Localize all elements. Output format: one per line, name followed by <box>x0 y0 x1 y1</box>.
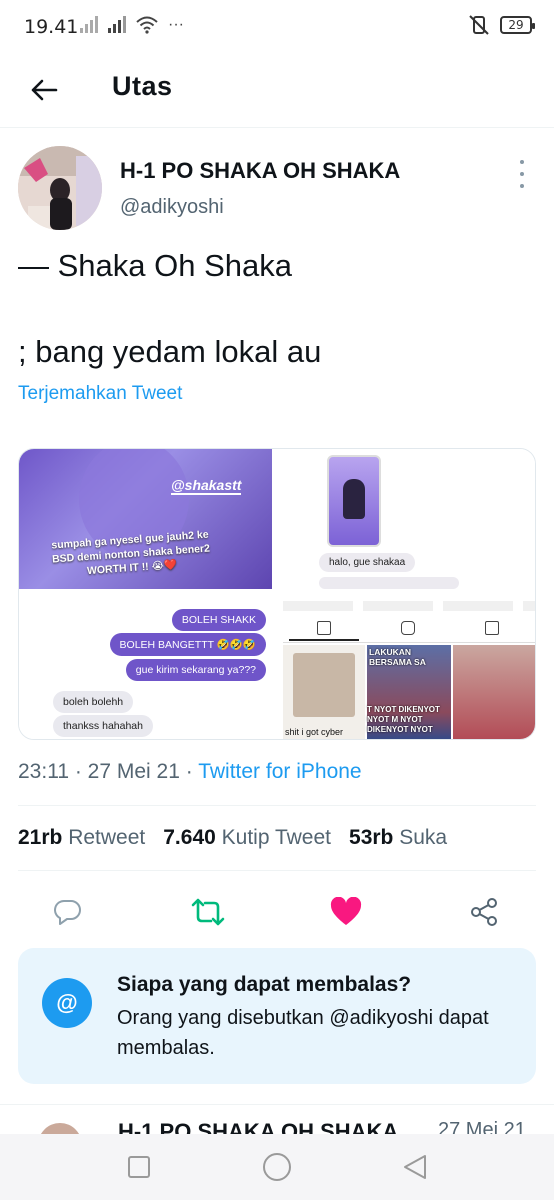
status-more: ··· <box>168 16 184 33</box>
reply-icon <box>54 899 81 925</box>
chat-bubble-4: boleh bolehh <box>53 691 134 713</box>
media-2-person <box>343 479 365 519</box>
share-icon <box>471 898 497 926</box>
tweet-text-line1: — Shaka Oh Shaka <box>18 248 292 283</box>
divider <box>18 805 536 806</box>
battery-icon: 29 <box>500 16 535 34</box>
retweet-count: 21rb <box>18 826 63 849</box>
more-dot-icon <box>520 160 524 164</box>
media-4-thumb-3 <box>453 645 535 739</box>
home-button[interactable] <box>262 1152 292 1182</box>
quote-label: Kutip Tweet <box>221 826 332 849</box>
media-image-4[interactable]: shit i got cyber LAKUKAN BERSAMA SA T NY… <box>283 601 535 739</box>
triangle-back-icon <box>404 1155 426 1179</box>
quote-count: 7.640 <box>163 826 216 849</box>
signal-icon-2 <box>108 16 126 33</box>
chat-bubble-2: BOLEH BANGETTT 🤣🤣🤣 <box>109 633 266 656</box>
heart-icon <box>330 897 362 925</box>
media-4-caption: shit i got cyber <box>285 727 344 737</box>
tweet-date[interactable]: 27 Mei 21 <box>88 760 180 783</box>
author-display-name[interactable]: H-1 PO SHAKA OH SHAKA <box>120 158 400 184</box>
meta-separator: · <box>185 760 199 783</box>
next-tweet-avatar <box>38 1123 82 1134</box>
meta-separator: · <box>74 760 88 783</box>
retweet-icon <box>191 898 225 926</box>
more-dot-icon <box>520 184 524 188</box>
recents-button[interactable] <box>124 1152 154 1182</box>
retweet-button[interactable] <box>186 890 230 934</box>
translate-tweet-link[interactable]: Terjemahkan Tweet <box>18 383 182 405</box>
grid-icon <box>317 621 331 635</box>
retweet-stat[interactable]: 21rb Retweet <box>18 826 145 850</box>
page-title: Utas <box>112 71 173 101</box>
avatar[interactable] <box>18 146 102 230</box>
media-image-1[interactable]: @shakastt sumpah ga nyesel gue jauh2 ke … <box>19 449 272 589</box>
back-button[interactable] <box>26 72 62 108</box>
square-icon <box>128 1156 150 1178</box>
chat-bubble-1: BOLEH SHAKK <box>171 609 266 631</box>
reply-restriction-card: @ Siapa yang dapat membalas? Orang yang … <box>18 948 536 1084</box>
chat-bubble-5: thankss hahahah <box>53 715 153 737</box>
wifi-icon <box>136 16 158 34</box>
like-label: Suka <box>399 826 448 849</box>
tag-person-icon <box>485 621 499 635</box>
like-button[interactable] <box>324 890 368 934</box>
system-navigation-bar <box>0 1134 554 1200</box>
media-1-caption: sumpah ga nyesel gue jauh2 ke BSD demi n… <box>51 528 211 578</box>
tweet-time[interactable]: 23:11 <box>18 760 69 783</box>
next-tweet-preview[interactable]: H-1 PO SHAKA OH SHAKA 27 Mei 21 <box>0 1104 554 1134</box>
status-icons-left: ··· <box>80 16 184 34</box>
media-4-strip <box>283 601 535 611</box>
top-header: Utas <box>0 56 554 128</box>
arrow-left-icon <box>31 79 58 101</box>
reply-restriction-title: Siapa yang dapat membalas? <box>117 973 412 996</box>
status-time: 19.41 <box>24 16 79 38</box>
media-2-chip-2 <box>319 577 459 589</box>
battery-level: 29 <box>508 18 524 32</box>
media-4-label-2: T NYOT DIKENYOT NYOT M NYOT DIKENYOT NYO… <box>367 705 440 734</box>
retweet-label: Retweet <box>68 826 146 849</box>
at-icon: @ <box>42 978 92 1028</box>
media-image-3[interactable]: BOLEH SHAKK BOLEH BANGETTT 🤣🤣🤣 gue kirim… <box>19 601 272 739</box>
media-4-tab-underline <box>289 639 359 641</box>
status-icons-right: 29 <box>468 14 535 36</box>
chat-bubble-3: gue kirim sekarang ya??? <box>125 659 266 681</box>
avatar-image <box>18 146 102 230</box>
media-4-face <box>293 653 355 717</box>
media-4-label-1: LAKUKAN BERSAMA SA <box>369 647 426 667</box>
share-button[interactable] <box>462 890 506 934</box>
more-options-button[interactable] <box>512 160 532 188</box>
divider <box>18 870 536 871</box>
media-grid: @shakastt sumpah ga nyesel gue jauh2 ke … <box>18 448 536 740</box>
reply-button[interactable] <box>46 890 90 934</box>
like-count: 53rb <box>349 826 394 849</box>
more-dot-icon <box>520 172 524 176</box>
tweet-source-link[interactable]: Twitter for iPhone <box>198 760 361 783</box>
circle-icon <box>263 1153 291 1181</box>
quote-stat[interactable]: 7.640 Kutip Tweet <box>163 826 331 850</box>
media-image-2[interactable]: halo, gue shakaa <box>283 449 535 589</box>
tv-icon <box>401 621 415 635</box>
mute-vibrate-icon <box>469 15 489 35</box>
next-tweet-time: 27 Mei 21 <box>438 1119 526 1134</box>
like-stat[interactable]: 53rb Suka <box>349 826 447 850</box>
tweet-actions <box>0 890 554 934</box>
media-2-chip: halo, gue shakaa <box>319 553 416 572</box>
next-tweet-display-name: H-1 PO SHAKA OH SHAKA <box>118 1119 399 1134</box>
tweet-meta: 23:11 · 27 Mei 21 · Twitter for iPhone <box>18 760 362 784</box>
status-bar: 19.41 ··· 29 <box>0 0 554 56</box>
reply-restriction-description: Orang yang disebutkan @adikyoshi dapat m… <box>117 1007 489 1059</box>
author-handle[interactable]: @adikyoshi <box>120 196 224 219</box>
tweet-text-line2: ; bang yedam lokal au <box>18 334 322 369</box>
signal-icon <box>80 16 98 33</box>
back-nav-button[interactable] <box>400 1152 430 1182</box>
tweet-stats: 21rb Retweet 7.640 Kutip Tweet 53rb Suka <box>18 826 447 850</box>
media-1-tag: @shakastt <box>171 477 242 495</box>
